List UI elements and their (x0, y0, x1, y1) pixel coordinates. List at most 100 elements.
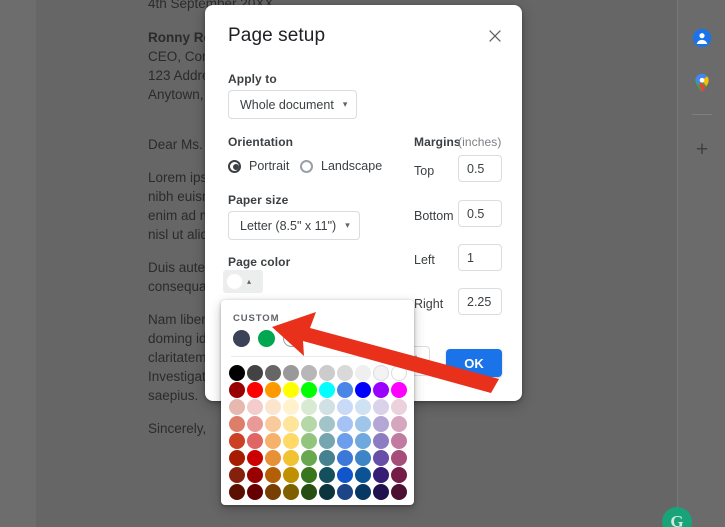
palette-swatch-4-0[interactable] (229, 433, 245, 449)
margin-right-input[interactable] (458, 288, 502, 315)
add-addon-button[interactable]: + (690, 139, 714, 163)
palette-swatch-6-1[interactable] (247, 467, 263, 483)
palette-swatch-6-6[interactable] (337, 467, 353, 483)
contacts-person-icon[interactable] (690, 26, 714, 50)
custom-color-swatch-2[interactable] (258, 330, 275, 347)
palette-swatch-0-8[interactable] (373, 365, 389, 381)
palette-swatch-5-5[interactable] (319, 450, 335, 466)
palette-swatch-0-0[interactable] (229, 365, 245, 381)
palette-swatch-4-4[interactable] (301, 433, 317, 449)
palette-swatch-6-9[interactable] (391, 467, 407, 483)
palette-swatch-1-0[interactable] (229, 382, 245, 398)
palette-swatch-4-5[interactable] (319, 433, 335, 449)
palette-swatch-2-9[interactable] (391, 399, 407, 415)
palette-swatch-5-6[interactable] (337, 450, 353, 466)
palette-swatch-0-2[interactable] (265, 365, 281, 381)
palette-swatch-5-4[interactable] (301, 450, 317, 466)
palette-swatch-0-9[interactable] (391, 365, 407, 381)
palette-swatch-7-9[interactable] (391, 484, 407, 500)
margin-bottom-input[interactable] (458, 200, 502, 227)
palette-swatch-1-2[interactable] (265, 382, 281, 398)
palette-swatch-1-9[interactable] (391, 382, 407, 398)
palette-swatch-3-4[interactable] (301, 416, 317, 432)
palette-swatch-0-4[interactable] (301, 365, 317, 381)
palette-swatch-7-5[interactable] (319, 484, 335, 500)
radio-portrait[interactable]: Portrait (228, 159, 289, 173)
palette-swatch-3-8[interactable] (373, 416, 389, 432)
palette-swatch-4-6[interactable] (337, 433, 353, 449)
palette-swatch-6-4[interactable] (301, 467, 317, 483)
palette-swatch-0-5[interactable] (319, 365, 335, 381)
palette-swatch-7-4[interactable] (301, 484, 317, 500)
palette-swatch-6-7[interactable] (355, 467, 371, 483)
palette-swatch-5-9[interactable] (391, 450, 407, 466)
palette-swatch-4-8[interactable] (373, 433, 389, 449)
radio-portrait-indicator[interactable] (228, 159, 241, 173)
palette-swatch-5-2[interactable] (265, 450, 281, 466)
palette-swatch-5-0[interactable] (229, 450, 245, 466)
google-maps-pin-icon[interactable] (690, 71, 714, 95)
palette-swatch-6-5[interactable] (319, 467, 335, 483)
palette-swatch-3-6[interactable] (337, 416, 353, 432)
palette-swatch-4-7[interactable] (355, 433, 371, 449)
palette-swatch-1-5[interactable] (319, 382, 335, 398)
palette-swatch-3-0[interactable] (229, 416, 245, 432)
palette-swatch-3-2[interactable] (265, 416, 281, 432)
palette-swatch-5-3[interactable] (283, 450, 299, 466)
palette-swatch-6-8[interactable] (373, 467, 389, 483)
custom-color-swatch-1[interactable] (233, 330, 250, 347)
radio-landscape[interactable]: Landscape (300, 159, 382, 173)
close-icon[interactable] (486, 27, 506, 47)
palette-swatch-7-6[interactable] (337, 484, 353, 500)
palette-swatch-1-6[interactable] (337, 382, 353, 398)
palette-swatch-1-1[interactable] (247, 382, 263, 398)
ok-button[interactable]: OK (446, 349, 502, 377)
margin-left-input[interactable] (458, 244, 502, 271)
palette-swatch-2-8[interactable] (373, 399, 389, 415)
palette-swatch-5-1[interactable] (247, 450, 263, 466)
palette-swatch-4-9[interactable] (391, 433, 407, 449)
palette-swatch-3-7[interactable] (355, 416, 371, 432)
palette-swatch-6-0[interactable] (229, 467, 245, 483)
palette-swatch-3-5[interactable] (319, 416, 335, 432)
palette-swatch-1-4[interactable] (301, 382, 317, 398)
palette-swatch-7-7[interactable] (355, 484, 371, 500)
palette-swatch-1-3[interactable] (283, 382, 299, 398)
palette-swatch-3-3[interactable] (283, 416, 299, 432)
radio-landscape-indicator[interactable] (300, 159, 313, 173)
palette-swatch-3-1[interactable] (247, 416, 263, 432)
palette-swatch-2-5[interactable] (319, 399, 335, 415)
palette-swatch-4-2[interactable] (265, 433, 281, 449)
palette-swatch-2-1[interactable] (247, 399, 263, 415)
add-custom-color-button[interactable] (283, 330, 300, 347)
apply-to-dropdown[interactable]: Whole document ▾ (228, 90, 358, 119)
palette-swatch-0-7[interactable] (355, 365, 371, 381)
palette-swatch-1-7[interactable] (355, 382, 371, 398)
palette-swatch-2-2[interactable] (265, 399, 281, 415)
palette-swatch-0-1[interactable] (247, 365, 263, 381)
palette-swatch-4-1[interactable] (247, 433, 263, 449)
palette-swatch-6-3[interactable] (283, 467, 299, 483)
palette-swatch-7-3[interactable] (283, 484, 299, 500)
palette-swatch-0-6[interactable] (337, 365, 353, 381)
palette-swatch-1-8[interactable] (373, 382, 389, 398)
palette-swatch-7-1[interactable] (247, 484, 263, 500)
palette-swatch-5-7[interactable] (355, 450, 371, 466)
palette-swatch-2-6[interactable] (337, 399, 353, 415)
page-color-swatch-button[interactable]: ▴ (223, 270, 263, 293)
palette-swatch-3-9[interactable] (391, 416, 407, 432)
palette-swatch-2-0[interactable] (229, 399, 245, 415)
margins-units: (inches) (458, 135, 502, 149)
paper-size-dropdown[interactable]: Letter (8.5" x 11") ▾ (228, 211, 360, 240)
palette-swatch-7-0[interactable] (229, 484, 245, 500)
palette-swatch-5-8[interactable] (373, 450, 389, 466)
palette-swatch-4-3[interactable] (283, 433, 299, 449)
palette-swatch-0-3[interactable] (283, 365, 299, 381)
palette-swatch-2-3[interactable] (283, 399, 299, 415)
palette-swatch-2-7[interactable] (355, 399, 371, 415)
palette-swatch-2-4[interactable] (301, 399, 317, 415)
palette-swatch-7-2[interactable] (265, 484, 281, 500)
palette-swatch-6-2[interactable] (265, 467, 281, 483)
margin-top-input[interactable] (458, 155, 502, 182)
palette-swatch-7-8[interactable] (373, 484, 389, 500)
